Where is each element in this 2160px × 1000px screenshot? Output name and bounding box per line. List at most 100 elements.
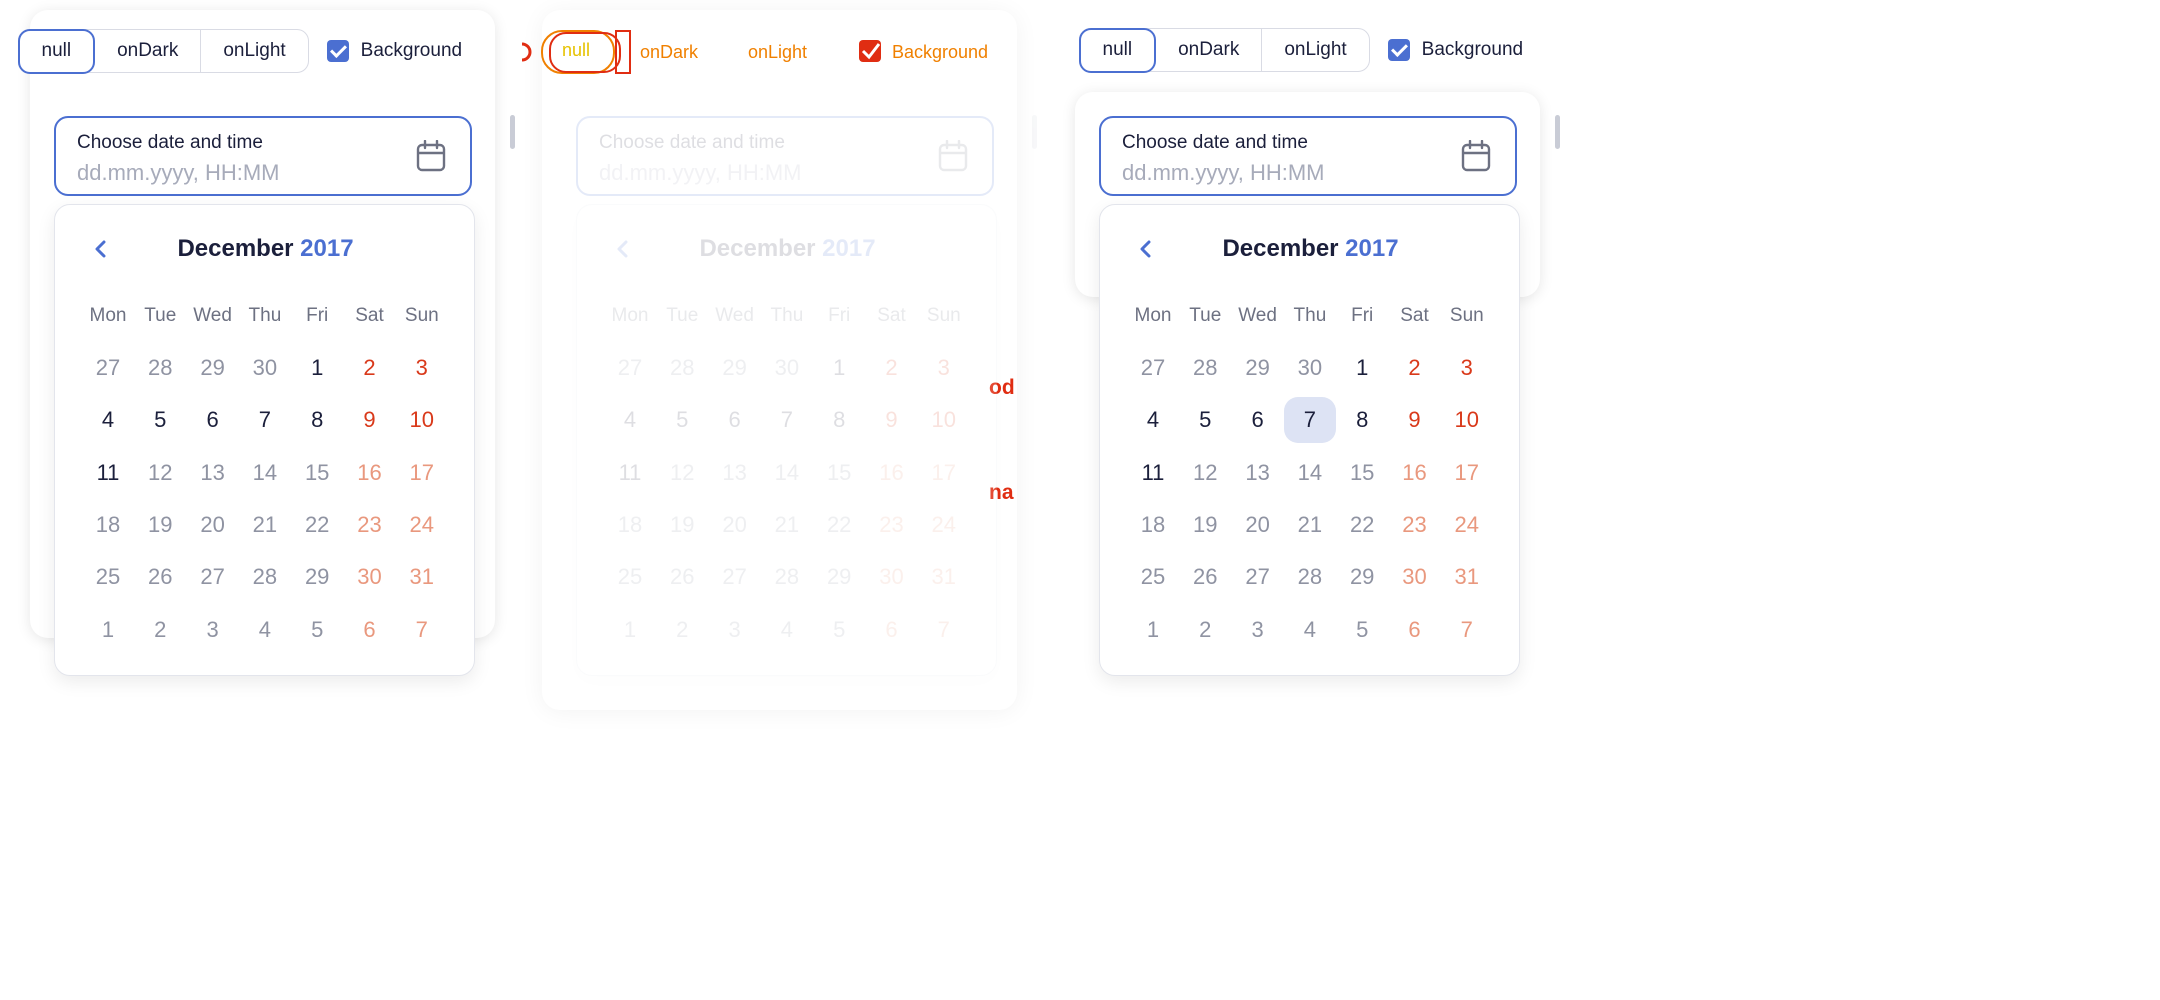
calendar-day[interactable]: 13 xyxy=(709,450,761,496)
calendar-day[interactable]: 1 xyxy=(1336,345,1388,391)
background-label[interactable]: Background xyxy=(892,42,988,63)
mode-ondark-button[interactable]: onDark xyxy=(95,30,202,72)
calendar-day[interactable]: 16 xyxy=(1389,450,1441,496)
calendar-day[interactable]: 15 xyxy=(291,450,343,496)
calendar-day[interactable]: 7 xyxy=(1283,397,1336,444)
calendar-day[interactable]: 23 xyxy=(1389,502,1441,548)
calendar-day[interactable]: 24 xyxy=(396,502,448,548)
calendar-day[interactable]: 25 xyxy=(604,554,656,600)
calendar-icon[interactable] xyxy=(1461,140,1491,172)
calendar-day[interactable]: 12 xyxy=(656,450,708,496)
calendar-day[interactable]: 24 xyxy=(918,502,970,548)
calendar-day[interactable]: 4 xyxy=(1127,397,1179,443)
calendar-day[interactable]: 20 xyxy=(1232,502,1284,548)
calendar-day[interactable]: 14 xyxy=(239,450,291,496)
calendar-day[interactable]: 29 xyxy=(709,345,761,391)
calendar-day[interactable]: 18 xyxy=(604,502,656,548)
calendar-day[interactable]: 30 xyxy=(1389,554,1441,600)
calendar-day[interactable]: 27 xyxy=(187,554,239,600)
calendar-year[interactable]: 2017 xyxy=(822,235,875,262)
calendar-day[interactable]: 22 xyxy=(813,502,865,548)
calendar-day[interactable]: 29 xyxy=(1336,554,1388,600)
calendar-day[interactable]: 17 xyxy=(1441,450,1493,496)
calendar-day[interactable]: 18 xyxy=(1127,502,1179,548)
calendar-day[interactable]: 26 xyxy=(1179,554,1231,600)
mode-onlight-button[interactable]: onLight xyxy=(1262,29,1368,71)
calendar-day[interactable]: 21 xyxy=(761,502,813,548)
calendar-day[interactable]: 21 xyxy=(1284,502,1336,548)
calendar-day[interactable]: 2 xyxy=(1179,607,1231,653)
calendar-day[interactable]: 10 xyxy=(396,397,448,443)
calendar-day[interactable]: 22 xyxy=(291,502,343,548)
calendar-day[interactable]: 2 xyxy=(1389,345,1441,391)
calendar-day[interactable]: 25 xyxy=(1127,554,1179,600)
calendar-day[interactable]: 23 xyxy=(866,502,918,548)
calendar-day[interactable]: 3 xyxy=(396,345,448,391)
mode-null-button[interactable]: null xyxy=(1078,27,1157,73)
calendar-day[interactable]: 4 xyxy=(239,607,291,653)
calendar-day[interactable]: 9 xyxy=(1389,397,1441,443)
mode-onlight-button[interactable]: onLight xyxy=(201,30,307,72)
calendar-day[interactable]: 30 xyxy=(1284,345,1336,391)
calendar-day[interactable]: 24 xyxy=(1441,502,1493,548)
calendar-day[interactable]: 10 xyxy=(1441,397,1493,443)
calendar-day[interactable]: 25 xyxy=(82,554,134,600)
calendar-day[interactable]: 8 xyxy=(813,397,865,443)
calendar-icon[interactable] xyxy=(416,140,446,172)
calendar-day[interactable]: 8 xyxy=(1336,397,1388,443)
calendar-day[interactable]: 2 xyxy=(866,345,918,391)
calendar-day[interactable]: 14 xyxy=(1284,450,1336,496)
calendar-day[interactable]: 29 xyxy=(813,554,865,600)
calendar-day[interactable]: 30 xyxy=(866,554,918,600)
calendar-day[interactable]: 30 xyxy=(239,345,291,391)
mode-null-button[interactable]: null xyxy=(17,28,96,74)
date-time-input[interactable]: dd.mm.yyyy, HH:MM xyxy=(1122,160,1324,186)
calendar-day[interactable]: 2 xyxy=(656,607,708,653)
calendar-day[interactable]: 9 xyxy=(866,397,918,443)
calendar-day[interactable]: 3 xyxy=(187,607,239,653)
background-checkbox[interactable]: Background xyxy=(326,40,462,62)
calendar-day[interactable]: 31 xyxy=(396,554,448,600)
calendar-day[interactable]: 9 xyxy=(344,397,396,443)
calendar-day[interactable]: 5 xyxy=(1336,607,1388,653)
calendar-day[interactable]: 7 xyxy=(1441,607,1493,653)
calendar-day[interactable]: 31 xyxy=(918,554,970,600)
scrollbar[interactable] xyxy=(1555,115,1560,149)
calendar-day[interactable]: 19 xyxy=(1179,502,1231,548)
mode-null-button[interactable]: null xyxy=(562,40,590,61)
calendar-day[interactable]: 3 xyxy=(1232,607,1284,653)
calendar-day[interactable]: 5 xyxy=(134,397,186,443)
scrollbar[interactable] xyxy=(1032,115,1037,149)
calendar-day[interactable]: 7 xyxy=(239,397,291,443)
calendar-day[interactable]: 28 xyxy=(656,345,708,391)
calendar-day[interactable]: 23 xyxy=(344,502,396,548)
calendar-day[interactable]: 6 xyxy=(866,607,918,653)
calendar-day[interactable]: 1 xyxy=(813,345,865,391)
calendar-day[interactable]: 1 xyxy=(1127,607,1179,653)
calendar-day[interactable]: 14 xyxy=(761,450,813,496)
calendar-day[interactable]: 17 xyxy=(918,450,970,496)
calendar-day[interactable]: 6 xyxy=(187,397,239,443)
calendar-day[interactable]: 12 xyxy=(1179,450,1231,496)
calendar-day[interactable]: 19 xyxy=(134,502,186,548)
calendar-day[interactable]: 21 xyxy=(239,502,291,548)
calendar-day[interactable]: 27 xyxy=(82,345,134,391)
calendar-day[interactable]: 17 xyxy=(396,450,448,496)
scrollbar[interactable] xyxy=(510,115,515,149)
calendar-day[interactable]: 13 xyxy=(187,450,239,496)
calendar-day[interactable]: 7 xyxy=(396,607,448,653)
calendar-day[interactable]: 1 xyxy=(82,607,134,653)
calendar-day[interactable]: 27 xyxy=(709,554,761,600)
calendar-day[interactable]: 16 xyxy=(866,450,918,496)
calendar-day[interactable]: 26 xyxy=(134,554,186,600)
calendar-day[interactable]: 16 xyxy=(344,450,396,496)
calendar-day[interactable]: 20 xyxy=(709,502,761,548)
calendar-day[interactable]: 5 xyxy=(1179,397,1231,443)
calendar-day[interactable]: 11 xyxy=(1127,450,1179,496)
calendar-day[interactable]: 27 xyxy=(1232,554,1284,600)
calendar-day[interactable]: 26 xyxy=(656,554,708,600)
calendar-day[interactable]: 29 xyxy=(1232,345,1284,391)
calendar-day[interactable]: 27 xyxy=(604,345,656,391)
calendar-day[interactable]: 15 xyxy=(813,450,865,496)
calendar-year[interactable]: 2017 xyxy=(300,235,353,262)
